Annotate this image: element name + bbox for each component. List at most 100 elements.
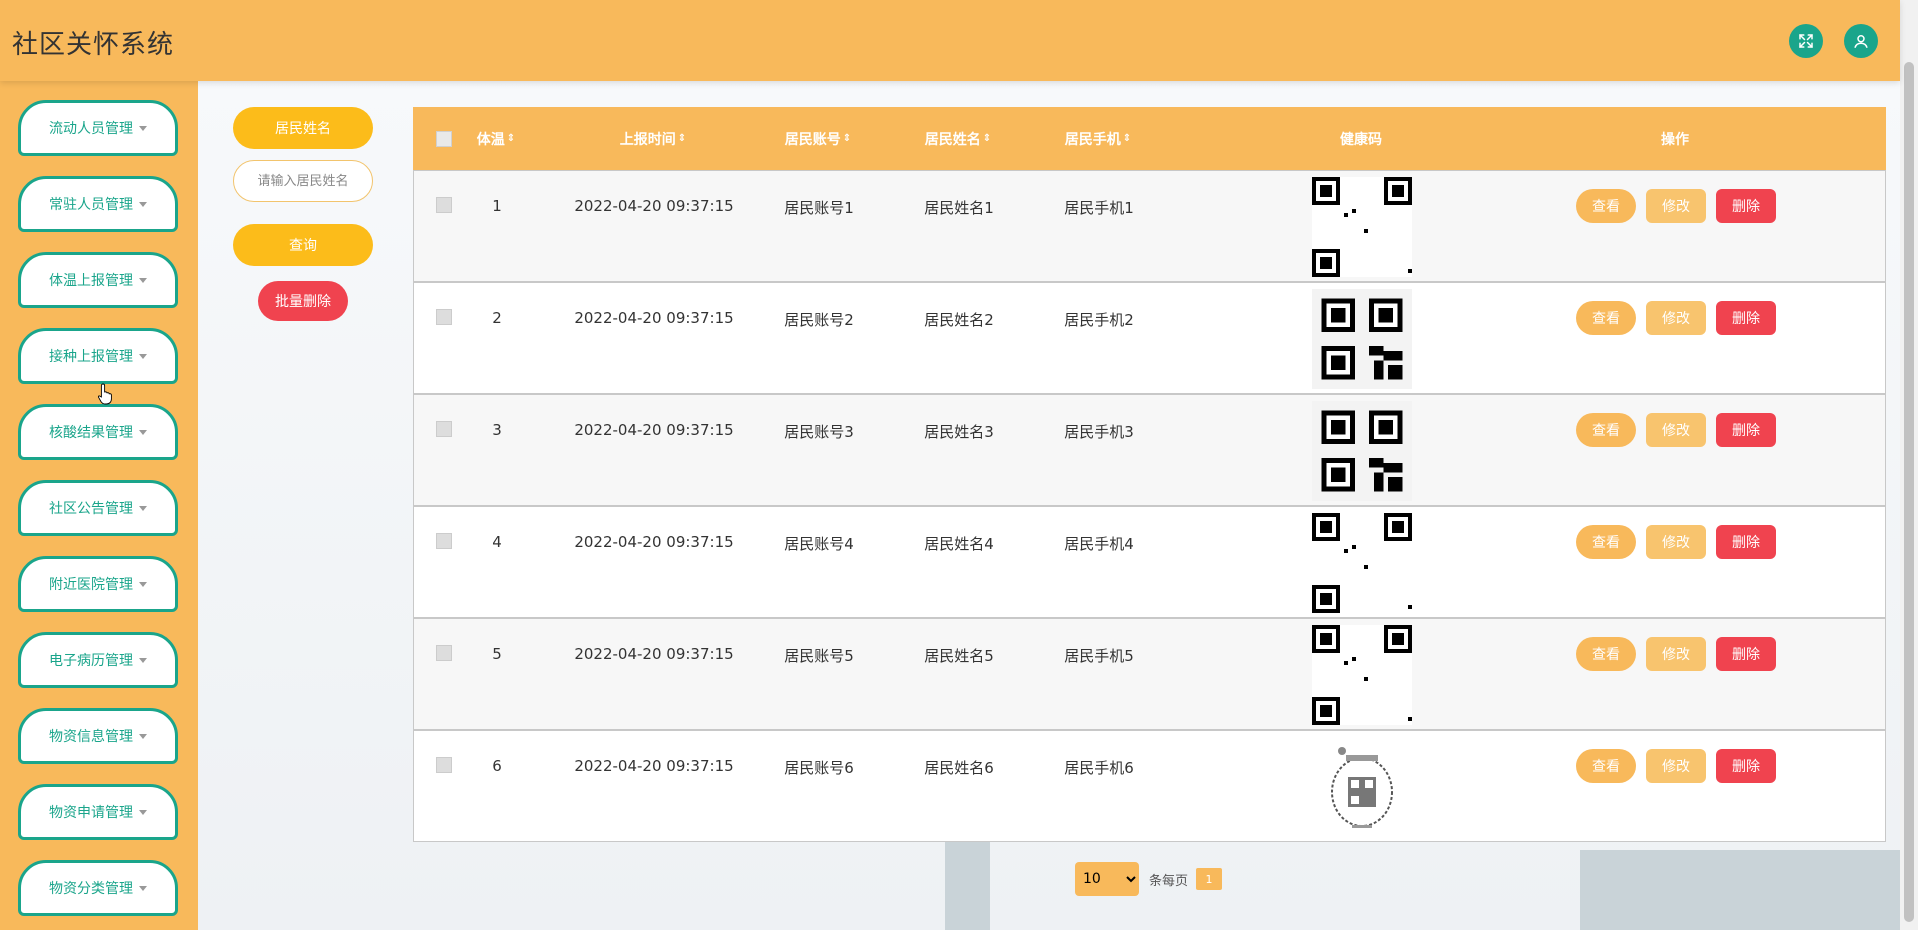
cell-report-time: 2022-04-20 09:37:15 [574,309,734,327]
cell-account: 居民账号1 [784,199,854,217]
batch-delete-button[interactable]: 批量删除 [258,281,348,321]
cell-account: 居民账号2 [784,311,854,329]
sidebar-item[interactable]: 核酸结果管理 [18,404,178,460]
background-shape [1580,850,1900,930]
page-size-select[interactable]: 10 [1075,862,1139,896]
health-code-qr-image[interactable] [1312,737,1412,837]
sidebar-item-label: 核酸结果管理 [49,425,133,441]
cell-name: 居民姓名3 [924,423,994,441]
top-header: 社区关怀系统 [0,0,1900,81]
cell-report-time: 2022-04-20 09:37:15 [574,197,734,215]
chevron-down-icon [139,733,147,739]
select-all-checkbox[interactable] [433,107,455,170]
sidebar-item-label: 电子病历管理 [49,653,133,669]
chevron-down-icon [139,353,147,359]
search-field-label: 居民姓名 [233,107,373,149]
column-header[interactable]: 体温 ⇕ [463,107,529,170]
hand-cursor-icon [98,383,112,405]
view-button[interactable]: 查看 [1576,749,1636,783]
delete-button[interactable]: 删除 [1716,189,1776,223]
view-button[interactable]: 查看 [1576,637,1636,671]
chevron-down-icon [139,201,147,207]
sidebar-item-label: 物资分类管理 [49,881,133,897]
health-code-qr-image[interactable] [1312,513,1412,613]
page-number[interactable]: 1 [1196,868,1223,890]
cell-name: 居民姓名4 [924,535,994,553]
row-checkbox[interactable] [436,757,454,777]
cell-report-time: 2022-04-20 09:37:15 [574,533,734,551]
sidebar-item[interactable]: 接种上报管理 [18,328,178,384]
cell-report-time: 2022-04-20 09:37:15 [574,645,734,663]
edit-button[interactable]: 修改 [1646,301,1706,335]
delete-button[interactable]: 删除 [1716,413,1776,447]
search-input[interactable] [233,160,373,202]
cell-temperature: 6 [492,757,502,775]
table-row: 6 2022-04-20 09:37:15 居民账号6 居民姓名6 居民手机6 查看 修改删… [413,730,1886,842]
sidebar-item[interactable]: 体温上报管理 [18,252,178,308]
view-button[interactable]: 查看 [1576,525,1636,559]
cell-temperature: 4 [492,533,502,551]
user-icon[interactable] [1844,24,1878,58]
cell-temperature: 2 [492,309,502,327]
query-button[interactable]: 查询 [233,224,373,266]
cell-name: 居民姓名6 [924,759,994,777]
table-header: 体温 ⇕ 上报时间 ⇕ 居民账号 ⇕ 居民姓名 ⇕ 居民手机 ⇕ 健康码 操作 [413,107,1886,170]
sidebar-item[interactable]: 物资信息管理 [18,708,178,764]
app-title: 社区关怀系统 [12,30,175,60]
cell-name: 居民姓名2 [924,311,994,329]
sidebar-item[interactable]: 社区公告管理 [18,480,178,536]
sidebar-item-label: 常驻人员管理 [49,197,133,213]
delete-button[interactable]: 删除 [1716,749,1776,783]
column-header[interactable]: 居民手机 ⇕ [1048,107,1148,170]
chevron-down-icon [139,581,147,587]
cell-report-time: 2022-04-20 09:37:15 [574,421,734,439]
chevron-down-icon [139,125,147,131]
column-header[interactable]: 居民姓名 ⇕ [908,107,1008,170]
sidebar-item-label: 体温上报管理 [49,273,133,289]
view-button[interactable]: 查看 [1576,301,1636,335]
table-row: 3 2022-04-20 09:37:15 居民账号3 居民姓名3 居民手机3 查看 修改删… [413,394,1886,506]
delete-button[interactable]: 删除 [1716,301,1776,335]
column-header[interactable]: 上报时间 ⇕ [573,107,733,170]
health-code-qr-image[interactable] [1312,177,1412,277]
delete-button[interactable]: 删除 [1716,525,1776,559]
sidebar-item[interactable]: 附近医院管理 [18,556,178,612]
per-page-label: 条每页 [1149,873,1189,889]
edit-button[interactable]: 修改 [1646,413,1706,447]
row-checkbox[interactable] [436,197,454,217]
edit-button[interactable]: 修改 [1646,749,1706,783]
edit-button[interactable]: 修改 [1646,189,1706,223]
fullscreen-icon[interactable] [1789,24,1823,58]
chevron-down-icon [139,885,147,891]
sidebar-item[interactable]: 物资分类管理 [18,860,178,916]
row-checkbox[interactable] [436,645,454,665]
chevron-down-icon [139,657,147,663]
health-code-qr-image[interactable] [1312,401,1412,501]
sidebar-item-label: 物资申请管理 [49,805,133,821]
chevron-down-icon [139,277,147,283]
sidebar-item[interactable]: 常驻人员管理 [18,176,178,232]
view-button[interactable]: 查看 [1576,189,1636,223]
edit-button[interactable]: 修改 [1646,525,1706,559]
cell-account: 居民账号4 [784,535,854,553]
sidebar-item-label: 接种上报管理 [49,349,133,365]
table-row: 5 2022-04-20 09:37:15 居民账号5 居民姓名5 居民手机5 查看 修改删… [413,618,1886,730]
chevron-down-icon [139,429,147,435]
chevron-down-icon [139,505,147,511]
scrollbar[interactable] [1900,0,1918,930]
health-code-qr-image[interactable] [1312,625,1412,725]
edit-button[interactable]: 修改 [1646,637,1706,671]
view-button[interactable]: 查看 [1576,413,1636,447]
delete-button[interactable]: 删除 [1716,637,1776,671]
sidebar-item[interactable]: 流动人员管理 [18,100,178,156]
row-checkbox[interactable] [436,309,454,329]
row-checkbox[interactable] [436,421,454,441]
column-header[interactable]: 居民账号 ⇕ [768,107,868,170]
row-checkbox[interactable] [436,533,454,553]
health-code-qr-image[interactable] [1312,289,1412,389]
scrollbar-thumb[interactable] [1904,62,1914,922]
sidebar-item[interactable]: 电子病历管理 [18,632,178,688]
table-row: 4 2022-04-20 09:37:15 居民账号4 居民姓名4 居民手机4 查看 修改删… [413,506,1886,618]
sidebar-item[interactable]: 物资申请管理 [18,784,178,840]
cell-temperature: 1 [492,197,502,215]
